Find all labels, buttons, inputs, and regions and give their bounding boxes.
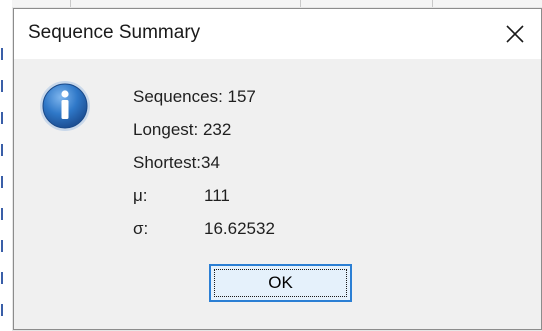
background-marker <box>1 144 3 156</box>
background-marker <box>1 208 3 220</box>
dialog-body: Sequences: 157 Longest: 232 Shortest:34 … <box>14 59 541 329</box>
sequence-summary-dialog: Sequence Summary Sequences: 157 Longest:… <box>13 8 542 330</box>
close-icon <box>506 25 524 43</box>
mean-label: μ: <box>133 186 148 205</box>
dialog-title: Sequence Summary <box>28 22 201 43</box>
shortest-length-text: Shortest:34 <box>133 153 220 172</box>
background-grid-line <box>70 0 71 8</box>
screen: Sequence Summary Sequences: 157 Longest:… <box>0 0 542 331</box>
stddev-label: σ: <box>133 219 149 238</box>
close-button[interactable] <box>489 9 541 59</box>
background-marker <box>1 240 3 252</box>
background-app-edge <box>0 0 13 331</box>
background-marker <box>1 272 3 284</box>
background-marker <box>1 176 3 188</box>
ok-button[interactable]: OK <box>209 264 352 302</box>
background-grid-header <box>12 0 542 8</box>
info-icon <box>40 81 90 131</box>
sequences-count-text: Sequences: 157 <box>133 87 256 106</box>
background-marker <box>1 48 3 60</box>
stddev-value: 16.62532 <box>204 219 275 238</box>
mean-value: 111 <box>204 186 230 205</box>
background-grid-line <box>300 0 301 8</box>
background-marker <box>1 112 3 124</box>
background-grid-line <box>432 0 433 8</box>
background-marker <box>1 80 3 92</box>
dialog-titlebar[interactable]: Sequence Summary <box>14 9 541 59</box>
background-marker <box>1 304 3 316</box>
longest-length-text: Longest: 232 <box>133 120 232 139</box>
ok-button-label: OK <box>268 273 293 292</box>
